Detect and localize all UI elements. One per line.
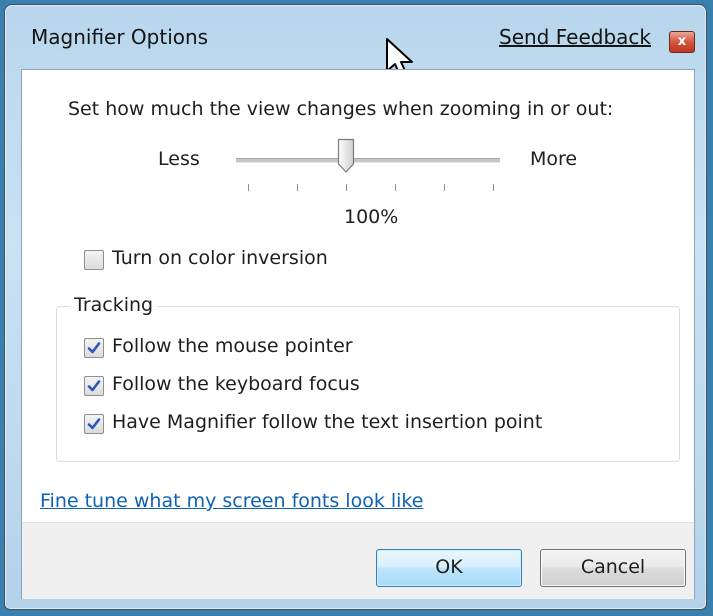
dialog-content: Set how much the view changes when zoomi… bbox=[21, 69, 695, 599]
send-feedback-link[interactable]: Send Feedback bbox=[499, 25, 651, 49]
magnifier-options-window: Magnifier Options Send Feedback x Set ho… bbox=[4, 4, 707, 610]
color-inversion-checkbox[interactable] bbox=[84, 250, 104, 270]
zoom-slider-track[interactable] bbox=[236, 158, 500, 163]
slider-min-label: Less bbox=[158, 148, 200, 170]
slider-tick bbox=[346, 184, 347, 191]
color-inversion-label[interactable]: Turn on color inversion bbox=[112, 247, 328, 269]
ok-button[interactable]: OK bbox=[376, 549, 522, 587]
tracking-group-label: Tracking bbox=[70, 294, 158, 316]
follow-keyboard-checkbox[interactable] bbox=[84, 376, 104, 396]
zoom-slider-thumb[interactable] bbox=[337, 138, 355, 174]
slider-tick bbox=[297, 184, 298, 191]
zoom-value-label: 100% bbox=[344, 206, 399, 228]
follow-mouse-label[interactable]: Follow the mouse pointer bbox=[112, 335, 353, 357]
follow-text-insertion-label[interactable]: Have Magnifier follow the text insertion… bbox=[112, 411, 542, 433]
button-bar: OK Cancel bbox=[22, 522, 694, 599]
slider-tick bbox=[444, 184, 445, 191]
slider-tick bbox=[248, 184, 249, 191]
checkmark-icon bbox=[87, 418, 101, 430]
checkmark-icon bbox=[87, 380, 101, 392]
slider-tick bbox=[395, 184, 396, 191]
slider-max-label: More bbox=[530, 148, 578, 170]
close-button[interactable]: x bbox=[669, 31, 695, 53]
slider-tick bbox=[493, 184, 494, 191]
follow-mouse-checkbox[interactable] bbox=[84, 338, 104, 358]
close-icon: x bbox=[677, 34, 687, 49]
cancel-button[interactable]: Cancel bbox=[540, 549, 686, 587]
window-title: Magnifier Options bbox=[31, 25, 209, 49]
zoom-prompt-label: Set how much the view changes when zoomi… bbox=[68, 98, 614, 120]
follow-keyboard-label[interactable]: Follow the keyboard focus bbox=[112, 373, 360, 395]
fine-tune-fonts-link[interactable]: Fine tune what my screen fonts look like bbox=[40, 490, 423, 512]
title-bar[interactable]: Magnifier Options Send Feedback x bbox=[5, 5, 706, 75]
follow-text-insertion-checkbox[interactable] bbox=[84, 414, 104, 434]
checkmark-icon bbox=[87, 342, 101, 354]
